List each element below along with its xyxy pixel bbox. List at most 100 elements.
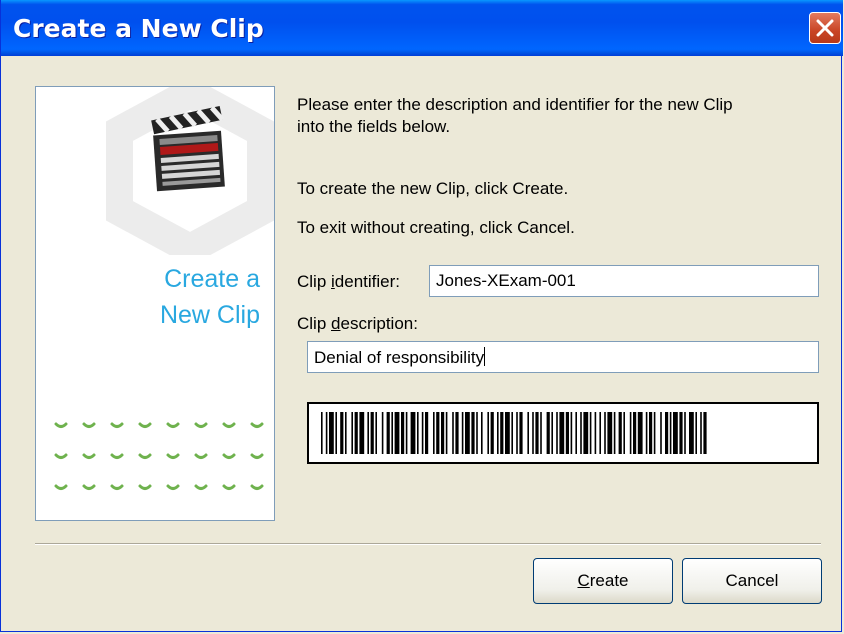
barcode-bar <box>340 412 344 454</box>
barcode-bar <box>623 412 625 454</box>
barcode-bar <box>367 412 369 454</box>
barcode-bar <box>465 412 470 454</box>
dialog-window: Create a New Clip Create a New Clip Plea… <box>0 0 843 632</box>
barcode-bar <box>660 412 662 454</box>
decorative-dots <box>54 422 264 490</box>
barcode-bar <box>425 412 429 454</box>
barcode-bar <box>546 412 550 454</box>
instruction-line-1: Please enter the description and identif… <box>297 95 733 114</box>
button-divider <box>35 543 821 545</box>
barcode-bar <box>370 412 374 454</box>
barcode-bar <box>452 412 454 454</box>
barcode-bar <box>321 412 323 454</box>
barcode-bar <box>673 412 678 454</box>
barcode-bar <box>516 412 518 454</box>
barcode-bar <box>653 412 656 454</box>
barcode-bar <box>613 412 616 454</box>
barcode-bar <box>599 412 601 454</box>
clapperboard-icon <box>151 105 225 192</box>
barcode-bar <box>532 412 534 454</box>
barcode-bar <box>405 412 408 454</box>
barcode-bar <box>381 412 384 454</box>
instruction-line-2: into the fields below. <box>297 117 451 136</box>
barcode-bar <box>669 412 672 454</box>
barcode-bar <box>375 412 377 454</box>
barcode-bar <box>354 412 358 454</box>
barcode-bar <box>401 412 405 454</box>
barcode-bar <box>559 412 565 454</box>
panel-title-line2: New Clip <box>159 301 260 329</box>
barcode-bar <box>629 412 632 454</box>
barcode-bar <box>487 412 489 454</box>
barcode-bar <box>637 412 643 454</box>
barcode-bar <box>556 412 558 454</box>
create-button[interactable]: Create <box>533 558 673 604</box>
barcode-bar <box>386 412 390 454</box>
cancel-hint: To exit without creating, click Cancel. <box>297 218 575 237</box>
instructions-paragraph: Please enter the description and identif… <box>297 94 733 138</box>
barcode-bar <box>490 412 494 454</box>
close-button[interactable] <box>809 12 841 44</box>
barcode-bar <box>433 412 435 454</box>
barcode-bar <box>359 412 365 454</box>
barcode-graphic <box>321 412 707 454</box>
barcode-bar <box>421 412 424 454</box>
barcode-bar <box>345 412 347 454</box>
barcode-bar <box>417 412 419 454</box>
barcode-bar <box>679 412 683 454</box>
barcode-bar <box>633 412 637 454</box>
close-icon <box>816 19 834 37</box>
clip-description-input[interactable]: Denial of responsibility <box>307 341 819 373</box>
create-hint: To create the new Clip, click Create. <box>297 179 569 198</box>
barcode-bar <box>583 412 589 454</box>
barcode-bar <box>540 412 542 454</box>
barcode-bar <box>481 412 483 454</box>
barcode-bar <box>645 412 648 454</box>
barcode-bar <box>519 412 523 454</box>
clip-identifier-input[interactable]: Jones-XExam-001 <box>429 265 819 297</box>
barcode-bar <box>500 412 504 454</box>
wizard-image-panel: Create a New Clip <box>35 86 275 521</box>
barcode-bar <box>410 412 416 454</box>
barcode-bar <box>351 412 353 454</box>
barcode-bar <box>594 412 597 454</box>
barcode-bar <box>461 412 464 454</box>
barcode-bar <box>589 412 592 454</box>
panel-title: Create a New Clip <box>60 261 260 333</box>
barcode-bar <box>505 412 510 454</box>
barcode-bar <box>394 412 400 454</box>
panel-title-line1: Create a <box>164 265 260 293</box>
barcode-bar <box>703 412 707 454</box>
barcode-bar <box>511 412 513 454</box>
window-title: Create a New Clip <box>13 14 264 43</box>
barcode-bar <box>684 412 686 454</box>
barcode-bar <box>476 412 478 454</box>
title-bar[interactable]: Create a New Clip <box>1 0 843 56</box>
barcode-bar <box>436 412 440 454</box>
barcode-bar <box>527 412 529 454</box>
barcode-bar <box>471 412 475 454</box>
barcode-bar <box>551 412 553 454</box>
barcode-bar <box>335 412 337 454</box>
barcode-bar <box>570 412 573 454</box>
barcode-bar <box>497 412 499 454</box>
barcode-bar <box>445 412 448 454</box>
barcode-bar <box>441 412 445 454</box>
barcode-bar <box>607 412 613 454</box>
barcode-bar <box>689 412 694 454</box>
barcode-bar <box>618 412 622 454</box>
barcode-bar <box>580 412 582 454</box>
barcode-bar <box>695 412 697 454</box>
barcode-bar <box>565 412 569 454</box>
clip-description-label: Clip description: <box>297 314 418 333</box>
clip-identifier-label: Clip identifier: <box>297 272 400 291</box>
barcode-bar <box>329 412 334 454</box>
barcode-bar <box>665 412 669 454</box>
barcode-bar <box>391 412 393 454</box>
cancel-button[interactable]: Cancel <box>682 558 822 604</box>
barcode <box>307 402 819 464</box>
barcode-bar <box>700 412 702 454</box>
barcode-bar <box>575 412 577 454</box>
barcode-bar <box>455 412 459 454</box>
barcode-bar <box>649 412 653 454</box>
